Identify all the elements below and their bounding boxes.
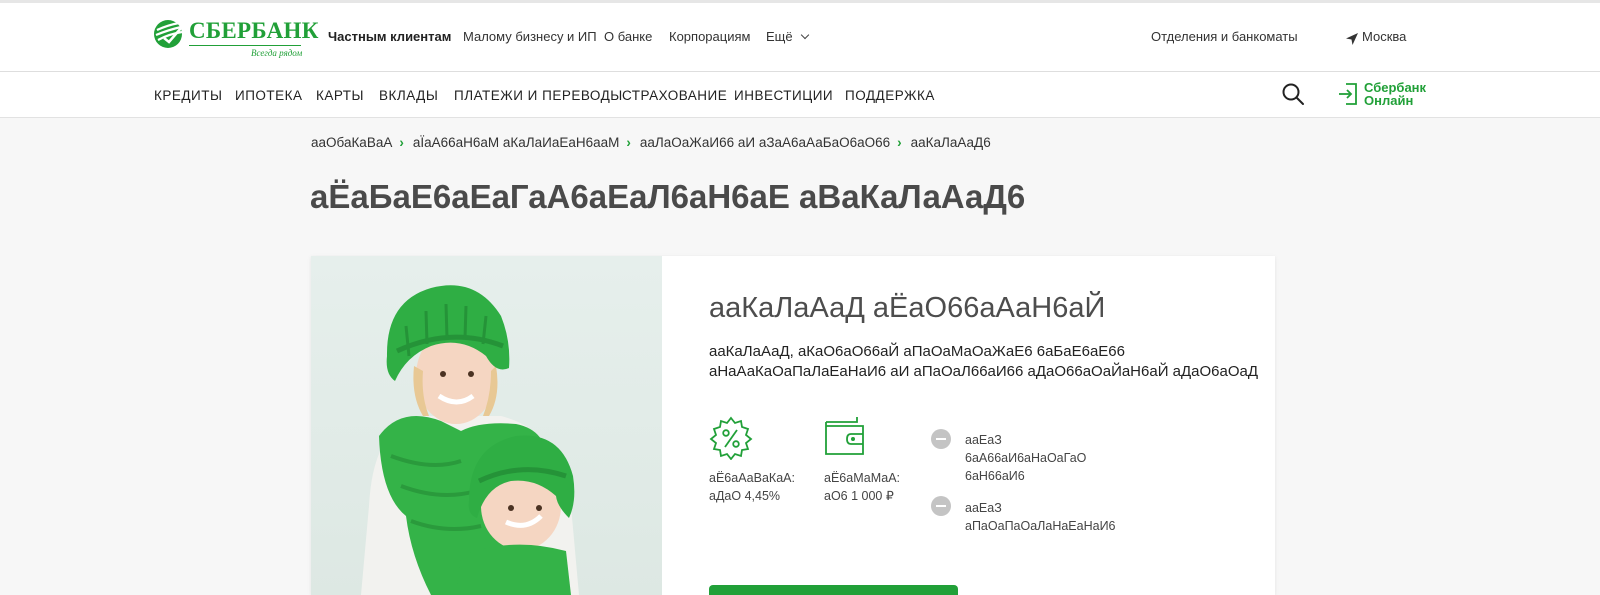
breadcrumb-separator-icon: ›: [897, 135, 902, 150]
side-item-line: 6аА66аИ6аНаОаГаО: [965, 451, 1087, 465]
feature-rate: аЁ6аАаВаКаА: аДаО 4,45%: [709, 469, 795, 505]
minus-circle-icon: [931, 429, 951, 449]
promo-photo: [311, 256, 662, 595]
side-item-line: аПаОаПаОаЛаНаЕаНаИ6: [965, 519, 1116, 533]
logo-tagline: Всегда рядом: [251, 48, 303, 58]
category-investments[interactable]: ИНВЕСТИЦИИ: [734, 88, 833, 103]
breadcrumb: ааОбаКаВаА › аЇаА66аН6аМ аКаЛаИаЕаН6ааМ › аа…: [311, 135, 991, 150]
nav-private-clients[interactable]: Частным клиентам: [328, 29, 451, 44]
sberbank-online-link[interactable]: Сбербанк Онлайн: [1364, 81, 1426, 107]
breadcrumb-current: ааКаЛаАаД6: [910, 135, 991, 150]
top-header: СБЕРБАНК Всегда рядом Частным клиентам М…: [0, 3, 1600, 72]
minus-circle-icon: [931, 496, 951, 516]
feature-amount-label: аЁ6аМаМаА:: [824, 471, 901, 485]
nav-about-bank[interactable]: О банке: [604, 29, 652, 44]
side-item: ааЕаЗ 6аА66аИ6аНаОаГаО 6аН66аИ6: [965, 431, 1086, 485]
login-icon[interactable]: [1338, 82, 1358, 106]
search-icon[interactable]: [1281, 82, 1305, 106]
side-item-line: 6аН66аИ6: [965, 469, 1025, 483]
logo-underline: [189, 45, 301, 46]
nav-more[interactable]: Ещё: [766, 29, 809, 44]
feature-rate-value: аДаО 4,45%: [709, 489, 781, 503]
feature-amount: аЁ6аМаМаА: аО6 1 000 ₽: [824, 469, 900, 505]
page-title: аЁаБаЕ6аЕаГаА6аЕаЛ6аН6аЕ аВаКаЛаАаД6: [310, 178, 1026, 215]
category-nav: КРЕДИТЫ ИПОТЕКА КАРТЫ ВКЛАДЫ ПЛАТЕЖИ И П…: [0, 72, 1600, 118]
wallet-icon: [825, 417, 864, 455]
category-deposits[interactable]: ВКЛАДЫ: [379, 88, 438, 103]
feature-rate-label: аЁ6аАаВаКаА:: [709, 471, 795, 485]
breadcrumb-item[interactable]: ааОбаКаВаА: [311, 135, 392, 150]
branches-link[interactable]: Отделения и банкоматы: [1151, 29, 1298, 44]
percent-badge-icon: [709, 416, 753, 460]
promo-illustration: [361, 285, 579, 595]
breadcrumb-separator-icon: ›: [626, 135, 631, 150]
side-item-line: ааЕаЗ: [965, 501, 1002, 515]
city-selector[interactable]: Москва: [1362, 29, 1406, 44]
category-credits[interactable]: КРЕДИТЫ: [154, 88, 222, 103]
nav-more-label: Ещё: [766, 29, 793, 44]
nav-small-business[interactable]: Малому бизнесу и ИП: [463, 29, 597, 44]
description-line: аНаАаКаОаПаЛаЕаНаИ6 аИ аПаОаЛ66аИ66 аДаО…: [709, 363, 1259, 380]
deposit-description: ааКаЛаАаД, аКаО6аО66аЙ аПаОаМаОаЖаЕ6 6аБ…: [709, 342, 1258, 382]
side-item-line: ааЕаЗ: [965, 433, 1002, 447]
nav-corporations[interactable]: Корпорациям: [669, 29, 750, 44]
online-label-line2: Онлайн: [1364, 93, 1414, 108]
side-item: ааЕаЗ аПаОаПаОаЛаНаЕаНаИ6: [965, 499, 1116, 535]
logo-text: СБЕРБАНК: [189, 18, 319, 43]
category-insurance[interactable]: СТРАХОВАНИЕ: [622, 88, 727, 103]
location-arrow-icon: [1346, 33, 1358, 45]
chevron-down-icon: [800, 30, 809, 40]
description-line: ааКаЛаАаД, аКаО6аО66аЙ аПаОаМаОаЖаЕ6 6аБ…: [709, 343, 1125, 360]
feature-amount-value: аО6 1 000 ₽: [824, 489, 894, 503]
breadcrumb-separator-icon: ›: [399, 135, 404, 150]
category-support[interactable]: ПОДДЕРЖКА: [845, 88, 935, 103]
sberbank-logo[interactable]: СБЕРБАНК Всегда рядом: [153, 17, 318, 61]
open-deposit-button[interactable]: [709, 585, 958, 595]
deposit-card: ааКаЛаАаД аЁаО66аАаН6аЙ ааКаЛаАаД, аКаО6…: [311, 256, 1275, 595]
deposit-title: ааКаЛаАаД аЁаО66аАаН6аЙ: [709, 292, 1106, 324]
category-mortgage[interactable]: ИПОТЕКА: [235, 88, 303, 103]
category-cards[interactable]: КАРТЫ: [316, 88, 364, 103]
category-payments[interactable]: ПЛАТЕЖИ И ПЕРЕВОДЫ: [454, 88, 623, 103]
breadcrumb-item[interactable]: аЇаА66аН6аМ аКаЛаИаЕаН6ааМ: [413, 135, 620, 150]
breadcrumb-item[interactable]: ааЛаОаЖаИ66 аИ аЗаА6аАаБаО6аО66: [640, 135, 890, 150]
sberbank-logo-icon: [154, 20, 183, 48]
